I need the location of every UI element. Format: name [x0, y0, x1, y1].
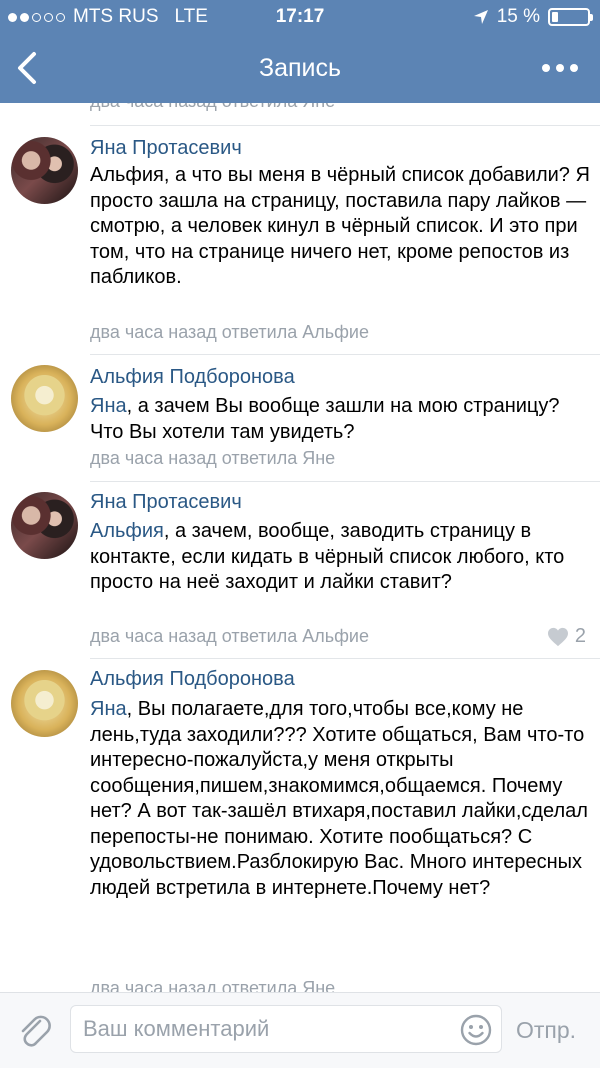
comment-composer: Отпр.	[0, 992, 600, 1068]
more-options-icon[interactable]	[542, 64, 578, 72]
emoji-icon[interactable]	[460, 1014, 492, 1046]
comment-author[interactable]: Альфия Подборонова	[90, 366, 295, 389]
send-button[interactable]: Отпр.	[516, 1017, 576, 1044]
previous-comment-meta: два часа назад ответила Яне	[90, 103, 335, 112]
avatar[interactable]	[11, 137, 78, 204]
comment-author[interactable]: Яна Протасевич	[90, 137, 242, 160]
divider	[90, 481, 600, 482]
divider	[90, 125, 600, 126]
app-header: MTS RUS LTE 17:17 15 % Запись	[0, 0, 600, 103]
avatar[interactable]	[11, 365, 78, 432]
comment-body: Альфия, а что вы меня в чёрный список до…	[90, 164, 590, 288]
comment-text: Яна, а зачем Вы вообще зашли на мою стра…	[90, 394, 590, 445]
comments-feed[interactable]: два часа назад ответила Яне Яна Протасев…	[0, 103, 600, 992]
battery-percent: 15 %	[496, 6, 540, 27]
paperclip-icon[interactable]	[16, 1011, 52, 1051]
mention-link[interactable]: Альфия	[90, 520, 164, 542]
divider	[90, 658, 600, 659]
nav-bar: Запись	[0, 34, 600, 103]
like-count: 2	[574, 625, 586, 647]
mention-link[interactable]: Яна	[90, 698, 127, 720]
avatar[interactable]	[11, 492, 78, 559]
comment-author[interactable]: Альфия Подборонова	[90, 668, 295, 691]
page-title: Запись	[258, 54, 342, 82]
status-bar: MTS RUS LTE 17:17 15 %	[0, 0, 600, 34]
comment-meta[interactable]: два часа назад ответила Яне	[90, 448, 335, 469]
comment-meta[interactable]: два часа назад ответила Альфие	[90, 626, 369, 647]
mention-link[interactable]: Яна	[90, 395, 127, 417]
avatar[interactable]	[11, 670, 78, 737]
comment-meta[interactable]: два часа назад ответила Яне	[90, 978, 335, 992]
location-arrow-icon	[473, 10, 488, 24]
comment-text: Альфия, а зачем, вообще, заводить страни…	[90, 519, 590, 596]
comment-input[interactable]	[70, 1005, 502, 1053]
comment-body: , Вы полагаете,для того,чтобы все,кому н…	[90, 698, 588, 899]
comment-author[interactable]: Яна Протасевич	[90, 491, 242, 514]
like-button[interactable]: 2	[547, 625, 586, 648]
heart-icon	[547, 627, 568, 646]
comment-meta[interactable]: два часа назад ответила Альфие	[90, 322, 369, 343]
divider	[90, 354, 600, 355]
battery-icon	[548, 8, 593, 26]
comment-body: , а зачем Вы вообще зашли на мою страниц…	[90, 395, 560, 443]
comment-text: Яна, Вы полагаете,для того,чтобы все,ком…	[90, 697, 590, 901]
comment-text: Альфия, а что вы меня в чёрный список до…	[90, 163, 590, 291]
